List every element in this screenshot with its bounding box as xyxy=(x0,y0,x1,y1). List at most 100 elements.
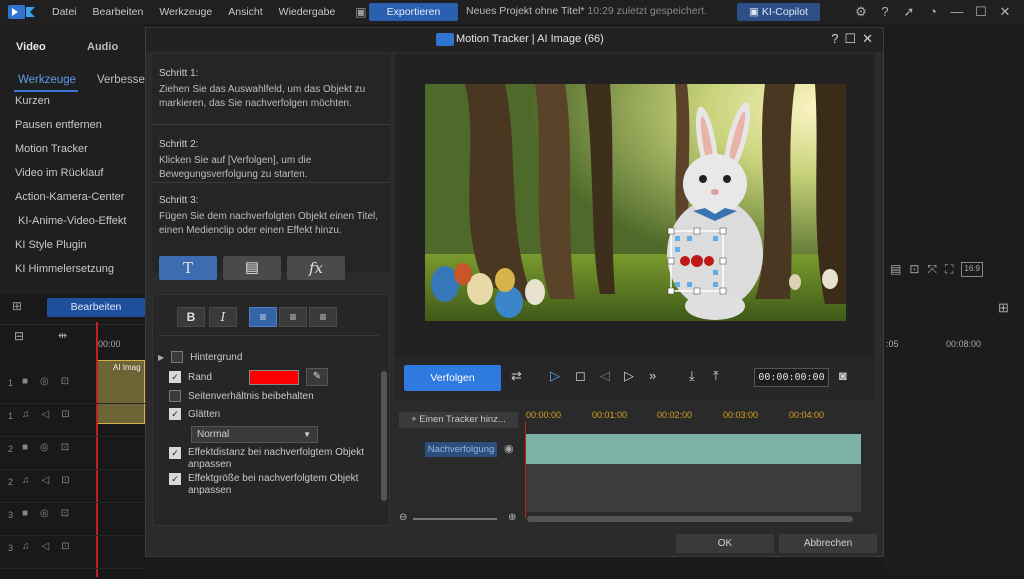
tracker-clip[interactable] xyxy=(526,434,861,464)
track-video-icons[interactable]: ■◎⊡ xyxy=(22,442,81,453)
project-name: Neues Projekt ohne Titel* xyxy=(466,5,585,17)
maximize-icon[interactable]: ☐ xyxy=(970,3,992,21)
add-tracker-button[interactable]: + Einen Tracker hinz... xyxy=(399,412,518,428)
ok-button[interactable]: OK xyxy=(676,534,774,553)
zoom-slider[interactable] xyxy=(413,518,497,520)
bold-button[interactable]: B xyxy=(177,307,205,327)
add-media-button[interactable]: ▤ xyxy=(223,256,281,280)
subtab-improve[interactable]: Verbesser xyxy=(97,74,149,86)
track-audio-icons[interactable]: ♫◁⊡ xyxy=(22,475,82,486)
tab-audio[interactable]: Audio xyxy=(87,41,118,53)
tool-item-remove-pauses[interactable]: Pausen entfernen xyxy=(15,119,102,131)
fit-icon[interactable]: ⤧ xyxy=(927,262,937,277)
menu-tools[interactable]: Werkzeuge xyxy=(151,6,220,18)
add-title-button[interactable]: T xyxy=(159,256,217,280)
track-audio-icons[interactable]: ♫◁⊡ xyxy=(22,541,82,552)
timeline-scrollbar[interactable] xyxy=(527,516,853,522)
zoom-in-icon[interactable]: ⊕ xyxy=(508,512,516,523)
italic-button[interactable]: I xyxy=(209,307,237,327)
chevron-down-icon: ▼ xyxy=(303,430,311,439)
tool-item-reverse[interactable]: Video im Rücklauf xyxy=(15,167,103,179)
export-button[interactable]: Exportieren xyxy=(369,3,458,21)
account-icon[interactable]: ◔ xyxy=(922,3,944,21)
render-icon[interactable]: ⊞ xyxy=(998,300,1009,316)
track-audio-icons[interactable]: ♫◁⊡ xyxy=(22,409,82,420)
preview-toolbar: ▤ ⊡ ⤧ ⛶ 16:9 xyxy=(890,262,983,277)
stop-icon[interactable]: ◻ xyxy=(575,368,586,384)
tracker-playhead[interactable] xyxy=(525,422,526,518)
align-left-button[interactable]: ≡ xyxy=(249,307,277,327)
align-right-button[interactable]: ≡ xyxy=(309,307,337,327)
dialog-maximize-icon[interactable]: ☐ xyxy=(844,31,856,47)
ki-copilot-button[interactable]: ▣ KI-Copilot xyxy=(737,3,820,21)
split-icon[interactable]: ⇹ xyxy=(58,329,67,342)
align-center-button[interactable]: ≡ xyxy=(279,307,307,327)
properties-scrollbar[interactable] xyxy=(381,371,387,501)
divider xyxy=(0,324,145,325)
track-video-icons[interactable]: ■◎⊡ xyxy=(22,376,81,387)
visibility-eye-icon[interactable]: ◉ xyxy=(504,442,514,455)
edit-button[interactable]: Bearbeiten xyxy=(47,298,145,317)
motion-tracker-dialog: Motion Tracker | AI Image (66) ? ☐ ✕ Sch… xyxy=(145,27,884,557)
caption-icon[interactable]: ▤ xyxy=(890,262,901,277)
minimize-icon[interactable]: — xyxy=(946,3,968,21)
aspect-ratio-button[interactable]: 16:9 xyxy=(961,262,983,277)
track-mode-icon[interactable]: ⇄ xyxy=(511,368,522,384)
align-right-icon: ≡ xyxy=(319,310,327,324)
close-icon[interactable]: ✕ xyxy=(994,3,1016,21)
track-video-icons[interactable]: ■◎⊡ xyxy=(22,508,81,519)
next-frame-icon[interactable]: ▷ xyxy=(624,368,634,384)
add-track-icon[interactable]: ⊟ xyxy=(14,329,24,343)
playback-controls: Verfolgen ⇄ ▷ ◻ ◁ ▷ » ⤓ ⤒ 00:00:00:00 ◙ xyxy=(395,356,875,400)
layout-icon[interactable]: ⊞ xyxy=(12,299,22,313)
track-button[interactable]: Verfolgen xyxy=(404,365,501,391)
left-tools-panel: Video Audio Werkzeuge Verbesser Kurzen P… xyxy=(0,24,149,294)
smooth-checkbox[interactable]: ✓ xyxy=(169,408,181,420)
snapshot-icon[interactable]: ◙ xyxy=(839,368,847,383)
previous-frame-icon[interactable]: ◁ xyxy=(600,368,610,384)
tracker-name-label[interactable]: Nachverfolgung xyxy=(425,442,497,457)
tool-item-style-plugin[interactable]: KI Style Plugin xyxy=(15,239,87,251)
tool-item-action-cam[interactable]: Action-Kamera-Center xyxy=(15,191,124,203)
help-icon[interactable]: ? xyxy=(874,3,896,21)
divider xyxy=(152,182,390,183)
menu-file[interactable]: Datei xyxy=(44,6,85,18)
keep-ratio-checkbox[interactable] xyxy=(169,390,181,402)
tool-item-motion-tracker[interactable]: Motion Tracker xyxy=(15,143,88,155)
tool-item-anime-effect[interactable]: KI-Anime-Video-Effekt xyxy=(18,215,126,227)
fast-forward-icon[interactable]: » xyxy=(649,368,656,383)
effect-size-checkbox[interactable]: ✓ xyxy=(169,473,181,485)
menu-edit[interactable]: Bearbeiten xyxy=(85,6,152,18)
saved-status: 10:29 zuletzt gespeichert. xyxy=(587,5,708,17)
background-label: Hintergrund xyxy=(190,351,243,363)
background-checkbox[interactable] xyxy=(171,351,184,363)
menu-view[interactable]: Ansicht xyxy=(220,6,270,18)
expand-arrow-icon[interactable]: ▶ xyxy=(158,353,164,362)
step-1-text: Ziehen Sie das Auswahlfeld, um das Objek… xyxy=(159,84,366,109)
eyedropper-icon[interactable]: ✎ xyxy=(306,368,328,386)
tool-item-trim[interactable]: Kurzen xyxy=(15,95,50,107)
ruler-label: :05 xyxy=(886,339,899,349)
smooth-level-select[interactable]: Normal ▼ xyxy=(191,426,318,443)
dialog-help-icon[interactable]: ? xyxy=(831,31,838,47)
mark-out-icon[interactable]: ⤒ xyxy=(713,368,719,384)
zoom-out-icon[interactable]: ⊖ xyxy=(399,512,407,523)
zoom-icon[interactable]: ⊡ xyxy=(909,262,919,277)
mark-in-icon[interactable]: ⤓ xyxy=(689,368,695,384)
settings-icon[interactable]: ⚙ xyxy=(850,3,872,21)
tool-item-sky-replace[interactable]: KI Himmelersetzung xyxy=(15,263,114,275)
add-effect-button[interactable]: fx xyxy=(287,256,345,280)
play-icon[interactable]: ▷ xyxy=(550,368,560,384)
preview-image[interactable] xyxy=(425,84,846,321)
dialog-close-icon[interactable]: ✕ xyxy=(862,31,873,47)
subtab-tools[interactable]: Werkzeuge xyxy=(18,74,76,86)
border-color-swatch[interactable] xyxy=(249,370,299,385)
tab-video[interactable]: Video xyxy=(16,41,46,53)
menu-playback[interactable]: Wiedergabe xyxy=(271,6,344,18)
share-icon[interactable]: ➚ xyxy=(898,3,920,21)
cancel-button[interactable]: Abbrechen xyxy=(779,534,877,553)
effect-distance-checkbox[interactable]: ✓ xyxy=(169,447,181,459)
border-checkbox[interactable]: ✓ xyxy=(169,371,181,383)
timecode-display[interactable]: 00:00:00:00 xyxy=(754,368,829,387)
fullscreen-icon[interactable]: ⛶ xyxy=(945,262,953,277)
